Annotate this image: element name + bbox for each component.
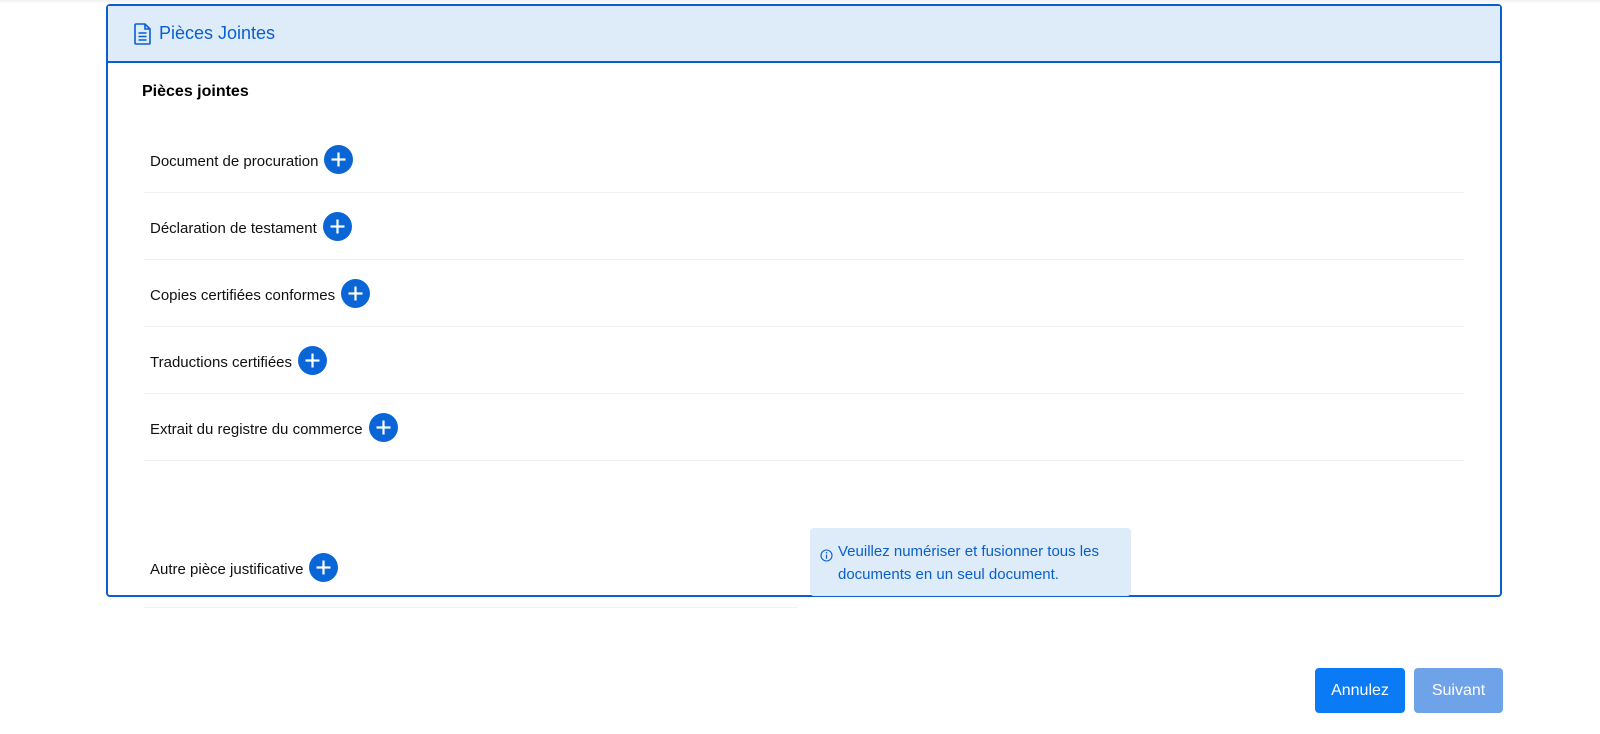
info-text-line-1: Veuillez numériser et fusionner tous les: [838, 543, 1099, 560]
attachment-label: Document de procuration: [150, 152, 319, 170]
add-traductions-button[interactable]: [298, 345, 328, 375]
attachment-row-autre-left: Autre pièce justificative: [144, 528, 798, 608]
info-text-line-2: documents en un seul document.: [838, 566, 1059, 583]
next-button[interactable]: Suivant: [1414, 668, 1503, 713]
attachment-label: Extrait du registre du commerce: [150, 420, 363, 438]
add-registre-button[interactable]: [368, 412, 398, 442]
plus-icon: [376, 420, 391, 434]
attachment-label: Copies certifiées conformes: [150, 286, 336, 304]
attachment-row-testament: Déclaration de testament: [144, 193, 1464, 260]
info-message: Veuillez numériser et fusionner tous les…: [810, 528, 1131, 596]
attachment-list: Document de procuration Déclaration de t…: [144, 126, 1464, 461]
add-procuration-button[interactable]: [324, 144, 354, 174]
panel-title: Pièces Jointes: [159, 23, 276, 43]
section-title: Pièces jointes: [142, 83, 249, 100]
attachments-panel: Pièces Jointes Pièces jointes Document d…: [106, 4, 1502, 608]
attachment-row-autre: Autre pièce justificative Veuillez numér…: [144, 528, 1464, 608]
attachment-row-traductions: Traductions certifiées: [144, 327, 1464, 394]
document-icon: [134, 22, 152, 45]
attachment-row-copies: Copies certifiées conformes: [144, 260, 1464, 327]
plus-icon: [348, 286, 363, 300]
info-icon: [820, 546, 833, 562]
add-autre-button[interactable]: [309, 553, 339, 582]
attachment-row-registre: Extrait du registre du commerce: [144, 394, 1464, 461]
plus-icon: [305, 353, 320, 367]
attachment-row-procuration: Document de procuration: [144, 126, 1464, 193]
add-testament-button[interactable]: [322, 211, 352, 241]
plus-icon: [331, 152, 346, 166]
add-copies-button[interactable]: [341, 278, 371, 308]
attachment-label: Traductions certifiées: [150, 353, 293, 371]
plus-icon: [330, 219, 345, 233]
attachment-label: Autre pièce justificative: [150, 561, 304, 578]
plus-icon: [316, 560, 331, 575]
cancel-button[interactable]: Annulez: [1315, 668, 1405, 713]
attachment-label: Déclaration de testament: [150, 219, 317, 237]
panel-header: Pièces Jointes: [108, 6, 1500, 63]
